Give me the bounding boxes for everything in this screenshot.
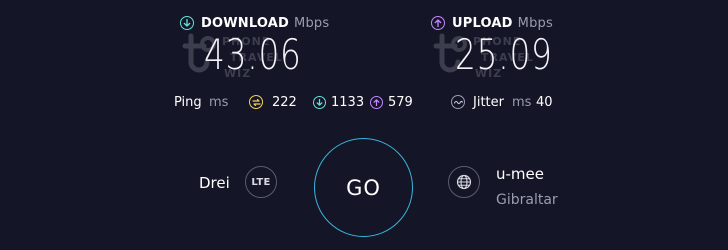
arrow-down-icon [313, 95, 326, 109]
ping-download-value: 1133 [331, 94, 365, 110]
ping-label: Ping [174, 94, 202, 110]
server-name[interactable]: u-mee [496, 165, 544, 183]
arrow-up-icon [431, 16, 445, 30]
jitter-unit: ms [512, 94, 532, 110]
jitter-value: 40 [536, 94, 553, 110]
download-speed-value: 43.06 [204, 30, 302, 79]
go-button-label: GO [346, 175, 381, 200]
server-location: Gibraltar [496, 192, 558, 208]
download-label: DOWNLOAD [201, 15, 290, 31]
network-type-label: LTE [251, 176, 271, 188]
arrow-up-icon [370, 95, 383, 109]
arrow-down-icon [180, 16, 194, 30]
ping-unit: ms [209, 94, 229, 110]
upload-speed-value: 25.09 [455, 30, 553, 79]
go-button[interactable]: GO [314, 138, 413, 237]
upload-unit: Mbps [517, 15, 553, 31]
network-type-badge: LTE [245, 166, 277, 198]
ping-download-icon-wrap [313, 92, 326, 112]
ping-upload-icon-wrap [370, 92, 383, 112]
upload-label: UPLOAD [452, 15, 513, 31]
ping-idle-value: 222 [272, 94, 297, 110]
globe-icon[interactable] [448, 166, 480, 198]
download-unit: Mbps [294, 15, 330, 31]
jitter-label: Jitter [473, 94, 504, 110]
speedtest-result-panel: DOWNLOAD Mbps UPLOAD Mbps PHONE TRAVEL W… [0, 0, 728, 250]
jitter-icon-wrap [451, 92, 465, 112]
idle-latency-icon [249, 95, 263, 109]
ping-upload-value: 579 [388, 94, 413, 110]
jitter-icon [451, 95, 465, 109]
provider-name: Drei [199, 174, 230, 192]
ping-idle-icon-wrap [249, 92, 263, 112]
